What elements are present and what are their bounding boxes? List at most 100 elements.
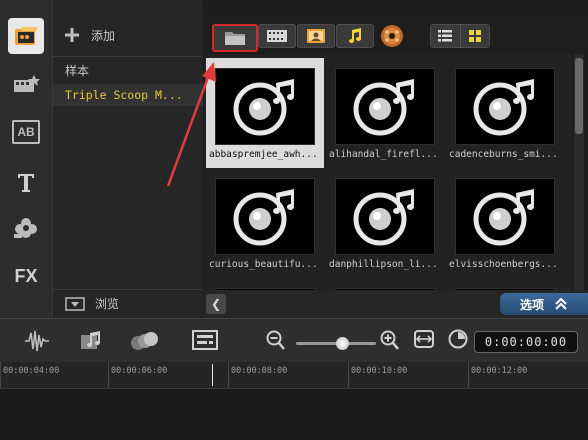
grid-view-button[interactable] [461, 25, 490, 47]
music-disc-icon [233, 188, 294, 245]
subtitle-editor-button[interactable] [192, 329, 218, 355]
ruler-label: 00:00:06:00 [111, 366, 168, 376]
add-label: 添加 [91, 28, 116, 43]
media-filename: abbaspremjee_awh... [209, 149, 318, 160]
media-thumbnail[interactable] [206, 278, 324, 290]
media-thumbnail[interactable]: cadenceburns_smi... [446, 58, 564, 168]
annotation-arrow [166, 62, 216, 187]
collapse-left-button[interactable]: ❮ [206, 294, 226, 314]
browse-icon [65, 296, 85, 311]
music-disc-icon [353, 78, 414, 135]
video-filter-button[interactable] [258, 24, 296, 48]
zoom-out-button[interactable] [266, 329, 286, 355]
music-disc-icon [233, 78, 294, 135]
motion-tracking-button[interactable] [130, 329, 160, 357]
auto-music-icon [81, 331, 100, 349]
thumbnail-image [335, 178, 435, 255]
audio-cd-icon [381, 25, 403, 47]
media-filename: cadenceburns_smi... [449, 149, 558, 160]
project-duration-button[interactable] [448, 329, 468, 353]
browse-label: 浏览 [95, 297, 120, 311]
ruler-label: 00:00:12:00 [471, 366, 528, 376]
music-note-icon [349, 28, 361, 43]
add-folder-button[interactable]: 添加 [65, 24, 115, 46]
library-toolbar [204, 14, 588, 54]
subtitle-editor-icon [192, 330, 218, 350]
separator [53, 56, 203, 57]
ruler-tick [348, 362, 349, 388]
video-icon [267, 30, 287, 42]
view-toggle [430, 24, 490, 48]
waveform-icon [25, 330, 49, 352]
ruler-label: 00:00:04:00 [3, 366, 60, 376]
media-thumbnail[interactable]: danphillipson_li... [326, 168, 444, 278]
photo-filter-button[interactable] [297, 24, 335, 48]
music-disc-icon [473, 78, 534, 135]
plus-icon [65, 28, 79, 42]
thumbnail-image [215, 178, 315, 255]
text-icon[interactable] [8, 164, 44, 200]
left-tool-strip: AB FX [0, 0, 53, 318]
list-view-button[interactable] [431, 25, 461, 47]
title-icon[interactable]: AB [8, 114, 44, 150]
media-filename: elvisschoenbergs... [449, 259, 558, 270]
thumbnail-image [335, 68, 435, 145]
ruler-tick [0, 362, 1, 388]
thumbnail-image [455, 68, 555, 145]
timecode-display[interactable]: 0:00:00:00 [474, 331, 578, 353]
motion-tracking-icon [131, 332, 158, 350]
library-bottom-bar: ❮ 选项 [204, 290, 588, 318]
playhead[interactable] [212, 364, 213, 386]
auto-music-button[interactable] [80, 329, 104, 357]
media-filename: danphillipson_li... [329, 259, 438, 270]
ruler-tick [228, 362, 229, 388]
media-icon[interactable] [8, 18, 44, 54]
audio-cd-button[interactable] [380, 24, 404, 48]
media-thumbnail[interactable] [326, 278, 444, 290]
media-grid: abbaspremjee_awh... alihandal_firefl... ca… [204, 54, 572, 290]
fit-to-window-icon [414, 330, 434, 348]
media-filename: alihandal_firefl... [329, 149, 438, 160]
ruler-label: 00:00:08:00 [231, 366, 288, 376]
zoom-slider-handle[interactable] [336, 337, 349, 350]
thumbnail-image [215, 68, 315, 145]
fit-project-button[interactable] [414, 329, 434, 353]
timeline-ruler[interactable]: 00:00:04:00 00:00:06:00 00:00:08:00 00:0… [0, 362, 588, 389]
browse-button[interactable]: 浏览 [53, 289, 203, 317]
instant-project-icon[interactable] [8, 66, 44, 102]
filter-fx-icon[interactable]: FX [8, 258, 44, 294]
thumbnail-image [455, 178, 555, 255]
options-label: 选项 [519, 297, 544, 312]
zoom-in-icon [380, 330, 399, 350]
options-button[interactable]: 选项 [500, 293, 588, 315]
folder-button[interactable] [212, 24, 258, 52]
music-disc-icon [473, 188, 534, 245]
graphics-icon[interactable] [8, 210, 44, 246]
media-filename: curious_beautifu... [209, 259, 318, 270]
ruler-tick [468, 362, 469, 388]
chevron-left-icon: ❮ [210, 297, 222, 311]
zoom-out-icon [266, 330, 285, 350]
timeline-track-area[interactable] [0, 389, 588, 440]
audio-filter-button[interactable] [336, 24, 374, 48]
list-view-icon [438, 30, 453, 42]
zoom-in-button[interactable] [380, 329, 400, 355]
timeline-toolbar: 0:00:00:00 [0, 318, 588, 363]
media-thumbnail[interactable]: elvisschoenbergs... [446, 168, 564, 278]
double-chevron-up-icon [555, 298, 567, 310]
title-icon-text: AB [12, 120, 40, 144]
media-thumbnail[interactable]: abbaspremjee_awh... [206, 58, 324, 168]
media-thumbnail[interactable]: alihandal_firefl... [326, 58, 444, 168]
audio-mixer-button[interactable] [24, 329, 50, 357]
grid-scrollbar-thumb[interactable] [575, 58, 583, 134]
media-thumbnail[interactable] [446, 278, 564, 290]
clock-icon [448, 329, 468, 349]
ruler-tick [108, 362, 109, 388]
media-thumbnail[interactable]: curious_beautifu... [206, 168, 324, 278]
photo-icon [307, 29, 325, 43]
music-disc-icon [353, 188, 414, 245]
ruler-label: 00:00:10:00 [351, 366, 408, 376]
filter-fx-text: FX [14, 265, 38, 286]
grid-view-icon [468, 30, 481, 42]
folder-icon [225, 32, 245, 45]
